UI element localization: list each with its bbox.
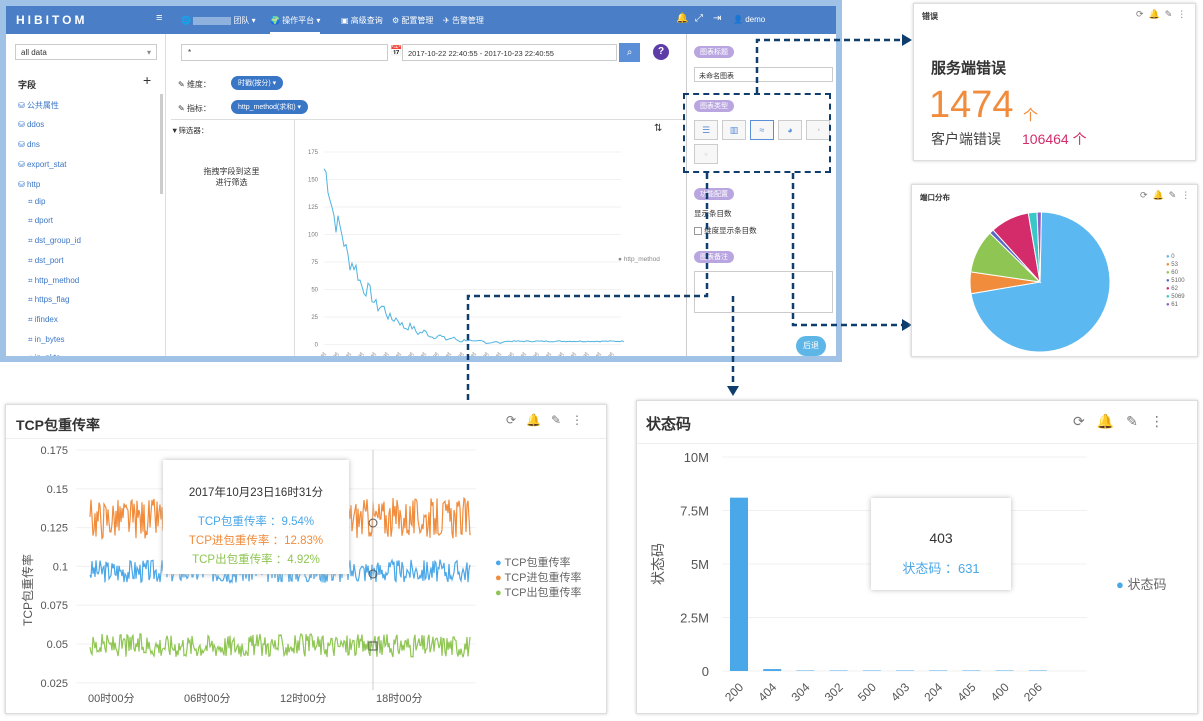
card-actions[interactable]: ⟳🔔✎⋮ [506,413,593,427]
y-tick-label: 2.5M [680,611,709,626]
server-error-count: 1474 [929,84,1014,126]
y-tick-label: 0.15 [47,484,68,496]
bar[interactable] [896,670,914,672]
series-line [89,632,471,659]
card-title: 错误 [922,12,938,21]
card-actions[interactable]: ⟳🔔✎⋮ [1140,190,1195,201]
x-tick-label: 18时00分 [376,692,422,705]
server-error-heading: 服务端错误 [931,60,1007,77]
x-tick-label: 206 [1021,680,1045,704]
tooltip-row: 状态码 ：631 [902,561,980,576]
tooltip-row: TCP出包重传率 ：4.92% [192,554,320,566]
client-error-count: 106464 个 [1022,131,1087,147]
pie-legend: ● 0 ● 53 ● 60 ● 5100 ● 62 ● 5069 ● 61 [1166,253,1185,309]
legend-item[interactable]: ● 5069 [1166,293,1185,301]
y-axis-label: TCP包重传率 [20,554,35,626]
card-actions[interactable]: ⟳🔔✎⋮ [1073,413,1176,430]
legend-item[interactable]: ● 5100 [1166,277,1185,285]
x-tick-label: 405 [955,680,979,704]
port-pie-chart [969,211,1111,353]
tcp-legend: ● TCP包重传率 ● TCP进包重传率 ● TCP出包重传率 [495,556,582,601]
card-title: TCP包重传率 [16,417,100,433]
bar[interactable] [1028,670,1047,672]
bar[interactable] [995,670,1014,672]
tooltip-time: 2017年10月23日16时31分 [188,487,324,499]
tooltip-row: TCP包重传率 ：9.54% [197,516,315,528]
status-code-card: 状态码 ⟳🔔✎⋮ 10M 7.5M 5M 2.5M 0 200 404 304 302 500 40… [636,400,1198,714]
tcp-tooltip: 2017年10月23日16时31分 TCP包重传率 ：9.54% TCP进包重传… [163,460,349,574]
card-actions[interactable]: ⟳🔔✎⋮ [1136,9,1191,20]
status-tooltip: 403 状态码 ：631 [871,498,1011,590]
tooltip-code: 403 [929,530,953,546]
tcp-retrans-card: TCP包重传率 ⟳🔔✎⋮ 0.175 0.15 0.125 0.1 0.075 0.05 0… [5,404,607,714]
error-card: 错误 ⟳🔔✎⋮ 服务端错误 1474 个 客户端错误 106464 个 [913,3,1196,161]
y-tick-label: 10M [684,450,709,465]
client-error-label: 客户端错误 [931,131,1001,147]
y-tick-label: 0.175 [40,445,68,457]
bar[interactable] [730,497,748,671]
port-distribution-card: 端口分布 ⟳🔔✎⋮ ● 0 ● 53 ● 60 ● 5100 ● 62 ● 5069 ● 6… [911,184,1198,357]
x-tick-label: 304 [789,680,813,704]
x-tick-label: 00时00分 [88,692,134,705]
legend-item[interactable]: ● 61 [1166,301,1185,309]
legend-item[interactable]: ● 60 [1166,269,1185,277]
legend-item[interactable]: ● TCP包重传率 [495,556,582,571]
legend-item[interactable]: ● 62 [1166,285,1185,293]
legend-item[interactable]: ● TCP进包重传率 [495,571,582,586]
y-tick-label: 7.5M [680,504,709,519]
tooltip-row: TCP进包重传率 ：12.83% [188,535,324,547]
y-tick-label: 0.025 [40,678,68,690]
legend-item[interactable]: ● TCP出包重传率 [495,586,582,601]
x-tick-label: 06时00分 [184,692,230,705]
bar[interactable] [929,670,948,672]
bar[interactable] [862,670,881,672]
legend-item[interactable]: ● 0 [1166,253,1185,261]
x-tick-label: 302 [822,680,846,704]
bar[interactable] [796,670,815,672]
y-tick-label: 0.125 [40,523,68,535]
x-tick-label: 404 [755,680,779,704]
card-title: 状态码 [646,416,692,433]
y-tick-label: 0.05 [47,639,68,651]
card-title: 端口分布 [920,193,950,202]
y-tick-label: 5M [691,557,709,572]
x-tick-label: 204 [921,680,945,704]
status-legend[interactable]: ● 状态码 [1116,574,1167,593]
y-tick-label: 0.075 [40,600,68,612]
x-tick-label: 403 [888,680,912,704]
x-tick-label: 200 [722,680,746,704]
y-tick-label: 0 [702,664,709,679]
bar[interactable] [763,669,782,671]
legend-item[interactable]: ● 53 [1166,261,1185,269]
x-tick-label: 400 [988,680,1012,704]
bar[interactable] [962,670,981,672]
bar[interactable] [829,670,848,672]
server-error-unit: 个 [1023,107,1039,124]
y-axis-label: 状态码 [650,543,666,585]
x-tick-label: 500 [855,680,879,704]
x-tick-label: 12时00分 [280,692,326,705]
y-tick-label: 0.1 [53,561,68,573]
